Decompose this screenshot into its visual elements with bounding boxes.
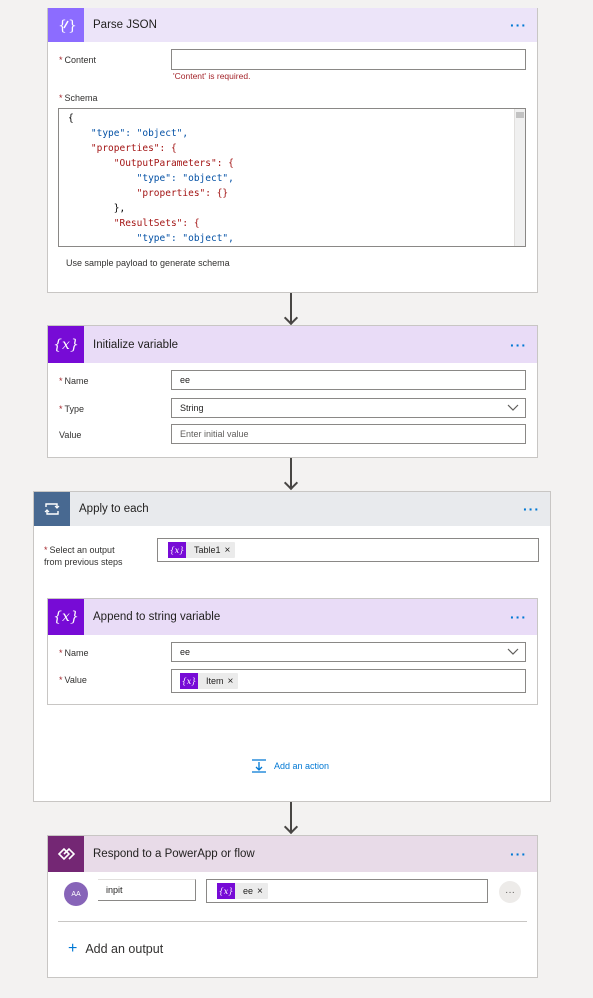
content-input[interactable] bbox=[171, 49, 526, 70]
schema-line: "properties": {} bbox=[68, 188, 229, 199]
remove-token-icon[interactable]: × bbox=[228, 676, 239, 687]
output-more-button[interactable]: ··· bbox=[499, 881, 521, 903]
variable-icon: {x} bbox=[48, 599, 84, 635]
remove-token-icon[interactable]: × bbox=[225, 545, 236, 556]
plus-icon: + bbox=[68, 940, 78, 957]
token-ee[interactable]: {x} ee × bbox=[217, 883, 268, 899]
avatar: AA bbox=[64, 882, 88, 906]
chevron-down-icon bbox=[507, 648, 519, 655]
init-var-type-label: * Type bbox=[59, 404, 85, 414]
apply-each-header[interactable]: Apply to each ··· bbox=[34, 492, 550, 526]
parse-json-icon: {} bbox=[48, 8, 84, 42]
sample-payload-link[interactable]: Use sample payload to generate schema bbox=[66, 258, 230, 268]
parse-json-more-icon[interactable]: ··· bbox=[510, 17, 527, 33]
flow-arrow-head bbox=[283, 310, 299, 326]
variable-icon: {x} bbox=[48, 326, 84, 363]
schema-editor[interactable]: { "type": "object", "properties": { "Out… bbox=[58, 108, 526, 247]
schema-label: * Schema bbox=[59, 93, 98, 103]
select-output-input[interactable]: {x} Table1 × bbox=[157, 538, 539, 562]
apply-to-each-card: Apply to each ··· * Select an output from … bbox=[33, 491, 551, 802]
divider bbox=[58, 921, 527, 922]
apply-each-title: Apply to each bbox=[79, 503, 149, 515]
append-var-title: Append to string variable bbox=[93, 611, 221, 623]
init-var-name-input[interactable]: ee bbox=[171, 370, 526, 390]
append-var-value-input[interactable]: {x} Item × bbox=[171, 669, 526, 693]
init-var-name-label: * Name bbox=[59, 376, 89, 386]
svg-text:}: } bbox=[68, 18, 76, 34]
schema-line: "properties": { bbox=[68, 143, 177, 154]
init-var-header[interactable]: {x} Initialize variable ··· bbox=[48, 326, 537, 363]
respond-more-icon[interactable]: ··· bbox=[510, 846, 527, 862]
init-var-type-select[interactable]: String bbox=[171, 398, 526, 418]
add-output-button[interactable]: + Add an output bbox=[68, 940, 163, 958]
powerapps-icon bbox=[48, 836, 84, 872]
append-var-header[interactable]: {x} Append to string variable ··· bbox=[48, 599, 537, 635]
flow-arrow-head bbox=[283, 475, 299, 491]
schema-line: "type": "object", bbox=[68, 173, 234, 184]
remove-token-icon[interactable]: × bbox=[257, 886, 268, 897]
schema-line: }, bbox=[68, 203, 126, 214]
add-action-button[interactable]: Add an action bbox=[250, 758, 329, 774]
append-string-variable-card: {x} Append to string variable ··· * Name … bbox=[47, 598, 538, 705]
expression-icon: {x} bbox=[180, 673, 198, 689]
select-output-label: * Select an output from previous steps bbox=[44, 545, 123, 567]
parse-json-title: Parse JSON bbox=[93, 19, 157, 31]
schema-scroll-thumb[interactable] bbox=[516, 112, 524, 118]
initialize-variable-card: {x} Initialize variable ··· * Name ee * Ty… bbox=[47, 325, 538, 458]
init-var-value-input[interactable]: Enter initial value bbox=[171, 424, 526, 444]
schema-code: { "type": "object", "properties": { "Out… bbox=[59, 109, 525, 246]
respond-header[interactable]: Respond to a PowerApp or flow ··· bbox=[48, 836, 537, 872]
apply-each-more-icon[interactable]: ··· bbox=[523, 501, 540, 517]
schema-scrollbar[interactable] bbox=[514, 109, 525, 246]
flow-arrow-head bbox=[283, 819, 299, 835]
content-error: 'Content' is required. bbox=[173, 71, 251, 81]
loop-icon bbox=[34, 492, 70, 526]
append-var-name-select[interactable]: ee bbox=[171, 642, 526, 662]
output-name-input[interactable]: inpit bbox=[98, 879, 196, 901]
token-table1[interactable]: {x} Table1 × bbox=[168, 542, 236, 558]
init-var-title: Initialize variable bbox=[93, 338, 179, 351]
token-item[interactable]: {x} Item × bbox=[180, 673, 239, 689]
chevron-down-icon bbox=[507, 404, 519, 411]
respond-powerapp-card: Respond to a PowerApp or flow ··· AA inp… bbox=[47, 835, 538, 978]
add-action-icon bbox=[252, 759, 266, 773]
respond-title: Respond to a PowerApp or flow bbox=[93, 848, 255, 860]
schema-line: "OutputParameters": { bbox=[68, 158, 234, 169]
expression-icon: {x} bbox=[217, 883, 235, 899]
init-var-value-label: Value bbox=[59, 430, 82, 440]
append-var-more-icon[interactable]: ··· bbox=[510, 609, 527, 625]
schema-line: "type": "object", bbox=[68, 128, 189, 139]
schema-line: { bbox=[68, 113, 74, 124]
schema-line: "type": "object", bbox=[68, 233, 234, 244]
init-var-more-icon[interactable]: ··· bbox=[510, 337, 527, 353]
append-var-value-label: * Value bbox=[59, 675, 87, 685]
content-label: * Content bbox=[59, 55, 97, 65]
parse-json-header[interactable]: {} Parse JSON ··· bbox=[48, 8, 537, 42]
schema-line: "ResultSets": { bbox=[68, 218, 200, 229]
output-value-input[interactable]: {x} ee × bbox=[206, 879, 488, 903]
append-var-name-label: * Name bbox=[59, 648, 89, 658]
expression-icon: {x} bbox=[168, 542, 186, 558]
